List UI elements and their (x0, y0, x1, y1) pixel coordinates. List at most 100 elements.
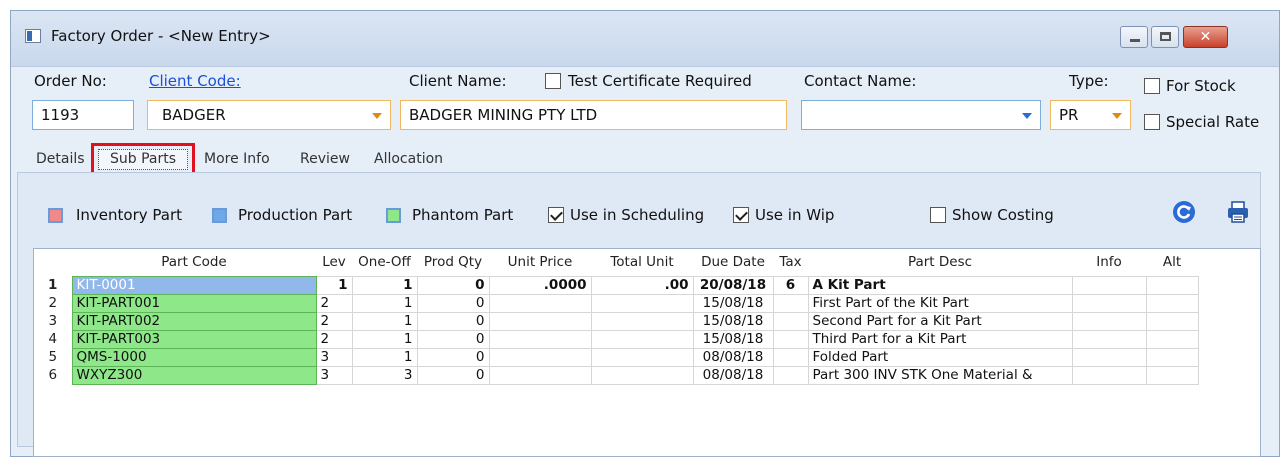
info-cell[interactable] (1071, 275, 1147, 295)
tax-cell[interactable] (772, 311, 809, 331)
total-unit-cell[interactable] (590, 365, 694, 385)
tax-cell[interactable] (772, 347, 809, 367)
use-in-scheduling-checkbox[interactable] (548, 207, 564, 223)
alt-cell[interactable] (1145, 275, 1199, 295)
unit-price-cell[interactable] (488, 293, 592, 313)
part-desc-cell[interactable]: Part 300 INV STK One Material & (807, 365, 1073, 385)
show-costing-checkbox[interactable] (930, 207, 946, 223)
tab-allocation[interactable]: Allocation (374, 151, 443, 167)
prod-qty-cell[interactable]: 0 (416, 275, 490, 295)
col-header-one-off[interactable]: One-Off (352, 249, 417, 276)
lev-cell[interactable]: 3 (315, 365, 353, 385)
tab-more-info[interactable]: More Info (204, 151, 270, 167)
lev-cell[interactable]: 2 (315, 311, 353, 331)
due-date-cell[interactable]: 15/08/18 (692, 329, 774, 349)
lev-cell[interactable]: 3 (315, 347, 353, 367)
contact-name-dropdown[interactable] (801, 100, 1041, 130)
alt-cell[interactable] (1145, 311, 1199, 331)
minimize-button[interactable] (1120, 26, 1148, 48)
table-row[interactable]: 5 QMS-1000 3 1 0 08/08/18 Folded Part (34, 347, 1199, 367)
due-date-cell[interactable]: 08/08/18 (692, 347, 774, 367)
part-code-cell[interactable]: KIT-PART002 (71, 311, 317, 331)
info-cell[interactable] (1071, 329, 1147, 349)
use-in-wip-checkbox[interactable] (733, 207, 749, 223)
test-certificate-checkbox[interactable] (545, 73, 561, 89)
order-no-field[interactable]: 1193 (32, 100, 134, 130)
prod-qty-cell[interactable]: 0 (416, 329, 490, 349)
due-date-cell[interactable]: 15/08/18 (692, 293, 774, 313)
col-header-part-desc[interactable]: Part Desc (808, 249, 1072, 276)
info-cell[interactable] (1071, 347, 1147, 367)
lev-cell[interactable]: 2 (315, 293, 353, 313)
total-unit-cell[interactable] (590, 293, 694, 313)
alt-cell[interactable] (1145, 329, 1199, 349)
chevron-down-icon[interactable] (1112, 113, 1122, 119)
info-cell[interactable] (1071, 293, 1147, 313)
client-name-field[interactable]: BADGER MINING PTY LTD (400, 100, 787, 130)
one-off-cell[interactable]: 3 (351, 365, 418, 385)
tax-cell[interactable] (772, 365, 809, 385)
unit-price-cell[interactable]: .0000 (488, 275, 592, 295)
col-header-part-code[interactable]: Part Code (72, 249, 316, 276)
tax-cell[interactable] (772, 329, 809, 349)
col-header-tax[interactable]: Tax (773, 249, 808, 276)
part-code-cell[interactable]: QMS-1000 (71, 347, 317, 367)
info-cell[interactable] (1071, 365, 1147, 385)
part-code-cell[interactable]: WXYZ300 (71, 365, 317, 385)
total-unit-cell[interactable] (590, 311, 694, 331)
tab-review[interactable]: Review (300, 151, 350, 167)
for-stock-checkbox[interactable] (1144, 78, 1160, 94)
tab-details[interactable]: Details (36, 151, 85, 167)
tax-cell[interactable]: 6 (772, 275, 809, 295)
col-header-prod-qty[interactable]: Prod Qty (417, 249, 489, 276)
tax-cell[interactable] (772, 293, 809, 313)
client-code-dropdown[interactable]: BADGER (147, 100, 391, 130)
prod-qty-cell[interactable]: 0 (416, 347, 490, 367)
lev-cell[interactable]: 2 (315, 329, 353, 349)
chevron-down-icon[interactable] (1022, 113, 1032, 119)
prod-qty-cell[interactable]: 0 (416, 311, 490, 331)
col-header-lev[interactable]: Lev (316, 249, 352, 276)
part-desc-cell[interactable]: First Part of the Kit Part (807, 293, 1073, 313)
part-desc-cell[interactable]: Third Part for a Kit Part (807, 329, 1073, 349)
client-code-link[interactable]: Client Code: (149, 72, 241, 90)
col-header-total-unit[interactable]: Total Unit (591, 249, 693, 276)
table-row[interactable]: 3 KIT-PART002 2 1 0 15/08/18 Second Part… (34, 311, 1199, 331)
maximize-button[interactable] (1151, 26, 1179, 48)
lev-cell[interactable]: 1 (315, 275, 353, 295)
table-row[interactable]: 6 WXYZ300 3 3 0 08/08/18 Part 300 INV ST… (34, 365, 1199, 385)
part-code-cell[interactable]: KIT-PART003 (71, 329, 317, 349)
col-header-due-date[interactable]: Due Date (693, 249, 773, 276)
due-date-cell[interactable]: 20/08/18 (692, 275, 774, 295)
one-off-cell[interactable]: 1 (351, 275, 418, 295)
one-off-cell[interactable]: 1 (351, 329, 418, 349)
alt-cell[interactable] (1145, 293, 1199, 313)
refresh-icon[interactable] (1172, 200, 1196, 224)
close-button[interactable]: ✕ (1183, 26, 1228, 48)
print-icon[interactable] (1226, 200, 1250, 224)
part-desc-cell[interactable]: Second Part for a Kit Part (807, 311, 1073, 331)
table-row[interactable]: 2 KIT-PART001 2 1 0 15/08/18 First Part … (34, 293, 1199, 313)
part-desc-cell[interactable]: Folded Part (807, 347, 1073, 367)
table-row[interactable]: 1 KIT-0001 1 1 0 .0000 .00 20/08/18 6 A … (34, 275, 1199, 295)
table-row[interactable]: 4 KIT-PART003 2 1 0 15/08/18 Third Part … (34, 329, 1199, 349)
one-off-cell[interactable]: 1 (351, 311, 418, 331)
special-rate-checkbox[interactable] (1144, 114, 1160, 130)
total-unit-cell[interactable] (590, 347, 694, 367)
col-header-alt[interactable]: Alt (1146, 249, 1198, 276)
due-date-cell[interactable]: 15/08/18 (692, 311, 774, 331)
col-header-info[interactable]: Info (1072, 249, 1146, 276)
unit-price-cell[interactable] (488, 329, 592, 349)
chevron-down-icon[interactable] (372, 113, 382, 119)
col-header-unit-price[interactable]: Unit Price (489, 249, 591, 276)
sub-parts-grid[interactable]: Part Code Lev One-Off Prod Qty Unit Pric… (33, 248, 1261, 457)
alt-cell[interactable] (1145, 365, 1199, 385)
part-code-cell[interactable]: KIT-PART001 (71, 293, 317, 313)
prod-qty-cell[interactable]: 0 (416, 293, 490, 313)
unit-price-cell[interactable] (488, 311, 592, 331)
total-unit-cell[interactable] (590, 329, 694, 349)
info-cell[interactable] (1071, 311, 1147, 331)
type-dropdown[interactable]: PR (1050, 100, 1131, 130)
unit-price-cell[interactable] (488, 347, 592, 367)
one-off-cell[interactable]: 1 (351, 347, 418, 367)
